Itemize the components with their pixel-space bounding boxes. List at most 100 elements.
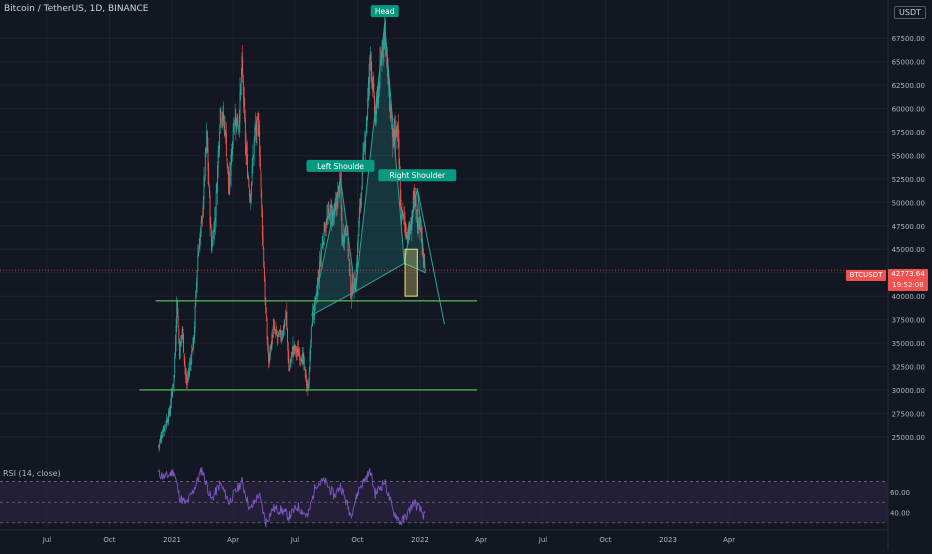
candle-body xyxy=(195,290,197,306)
candle-body xyxy=(204,176,206,178)
price-tick-label: 40000.00 xyxy=(892,293,925,301)
candle-body xyxy=(285,318,286,320)
price-tick-label: 47500.00 xyxy=(892,223,925,231)
candle-body xyxy=(201,216,203,222)
candle-body xyxy=(204,152,206,176)
candle-body xyxy=(289,363,291,368)
candle-body xyxy=(272,325,274,337)
candle-body xyxy=(361,191,363,198)
candle-body xyxy=(239,91,241,123)
candle-body xyxy=(324,225,326,232)
symbol-price-tag: BTCUSDT xyxy=(846,270,886,281)
candle-body xyxy=(303,354,305,366)
symbol-title[interactable]: Bitcoin / TetherUS, 1D, BINANCE xyxy=(4,4,148,14)
candle-body xyxy=(402,211,404,214)
candle-body xyxy=(232,130,234,146)
price-chart-svg[interactable]: 25000.00 27500.00 30000.00 32500.00 35000.00… xyxy=(0,0,932,550)
candle-body xyxy=(257,121,259,123)
time-tick-label: 2022 xyxy=(411,536,429,544)
candle-body xyxy=(183,334,185,353)
candle-body xyxy=(325,226,327,227)
rsi-indicator-label[interactable]: RSI (14, close) xyxy=(3,469,61,478)
time-tick-label: Apr xyxy=(227,536,239,544)
candle-body xyxy=(403,215,405,221)
price-tick-label: 32500.00 xyxy=(892,363,925,371)
currency-button[interactable]: USDT xyxy=(894,6,926,19)
candle-body xyxy=(248,178,250,186)
candle-body xyxy=(330,204,332,209)
candle-body xyxy=(308,371,310,384)
price-tick-label: 25000.00 xyxy=(892,434,925,442)
time-tick-label: 2023 xyxy=(659,536,677,544)
candle-body xyxy=(183,353,185,361)
price-tick-label: 35000.00 xyxy=(892,340,925,348)
candle-body xyxy=(405,223,407,233)
candle-body xyxy=(184,361,186,368)
candle-body xyxy=(259,132,261,156)
time-tick-label: Jul xyxy=(538,536,548,544)
candle-body xyxy=(240,77,242,83)
candle-body xyxy=(236,113,238,126)
time-tick-label: Jul xyxy=(42,536,52,544)
candle-body xyxy=(286,311,288,327)
candle-body xyxy=(266,322,268,340)
candle-body xyxy=(179,343,181,359)
candle-body xyxy=(162,430,164,436)
candle-body xyxy=(170,404,172,410)
candle-body xyxy=(267,337,269,351)
candle-body xyxy=(403,214,405,216)
candle-body xyxy=(185,367,187,376)
price-tick-label: 27500.00 xyxy=(892,410,925,418)
candle-body xyxy=(229,174,231,193)
candle-body xyxy=(237,124,239,128)
candle-body xyxy=(225,133,227,157)
chart-area[interactable]: 25000.00 27500.00 30000.00 32500.00 35000.00… xyxy=(0,0,932,550)
time-tick-label: Jul xyxy=(290,536,300,544)
candle-body xyxy=(199,236,201,250)
candle-body xyxy=(398,138,400,164)
price-tick-label: 52500.00 xyxy=(892,176,925,184)
candle-body xyxy=(365,134,367,149)
candle-body xyxy=(226,157,228,162)
candle-body xyxy=(200,220,202,226)
candle-body xyxy=(244,98,246,120)
price-tick-label: 62500.00 xyxy=(892,82,925,90)
candle-body xyxy=(274,327,276,331)
candle-body xyxy=(397,122,399,141)
candle-body xyxy=(215,191,217,216)
candle-body xyxy=(176,301,178,318)
price-tick-label: 50000.00 xyxy=(892,199,925,207)
candle-body xyxy=(310,344,312,354)
candle-body xyxy=(162,435,163,438)
candle-body xyxy=(164,425,166,427)
candle-body xyxy=(310,326,312,344)
candle-body xyxy=(357,243,358,265)
candle-body xyxy=(196,270,198,285)
candle-body xyxy=(244,117,246,144)
time-tick-label: 2021 xyxy=(163,536,181,544)
candle-body xyxy=(238,127,240,129)
candle-body xyxy=(278,332,280,338)
candle-body xyxy=(224,122,226,135)
price-tick-label: 60000.00 xyxy=(892,106,925,114)
candle-body xyxy=(251,181,252,196)
candle-body xyxy=(242,79,244,99)
candle-body xyxy=(198,249,199,257)
candle-body xyxy=(215,217,216,223)
candle-body xyxy=(260,172,262,187)
candle-body xyxy=(366,116,368,126)
candle-body xyxy=(180,339,182,346)
candle-body xyxy=(186,381,188,383)
candle-body xyxy=(189,364,191,371)
candle-body xyxy=(221,120,223,122)
candle-body xyxy=(166,419,168,425)
candle-body xyxy=(350,294,352,299)
pattern-label: Head xyxy=(375,7,395,16)
candle-body xyxy=(290,357,292,362)
candle-body xyxy=(261,210,263,235)
candle-body xyxy=(178,328,180,340)
candle-body xyxy=(359,206,360,219)
candle-body xyxy=(169,410,171,415)
candle-body xyxy=(223,113,225,123)
rsi-tick-label: 60.00 xyxy=(890,489,910,497)
